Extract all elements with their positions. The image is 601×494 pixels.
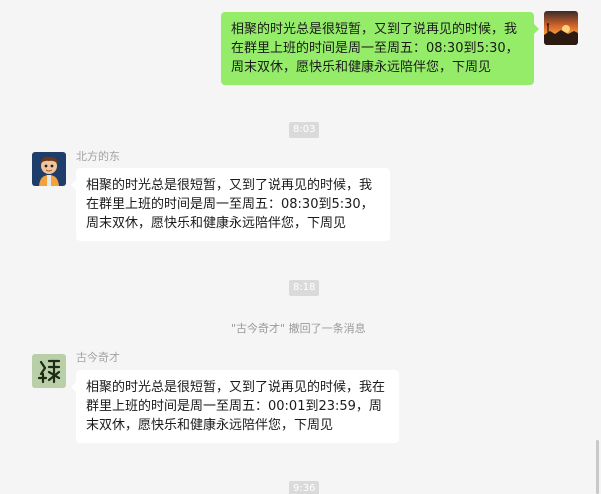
calligraphy-avatar-icon[interactable] <box>32 354 66 388</box>
timestamp-chip: 9:36 <box>289 481 320 494</box>
message-bubble-other[interactable]: 相聚的时光总是很短暂，又到了说再见的时候，我在群里上班的时间是周一至周五：08:… <box>71 168 390 241</box>
sunset-avatar-icon[interactable] <box>544 11 578 45</box>
timestamp-chip: 8:03 <box>289 122 320 138</box>
message-bubble-other[interactable]: 相聚的时光总是很短暂，又到了说再见的时候，我在群里上班的时间是周一至周五：00:… <box>71 370 399 443</box>
scrollbar-thumb[interactable] <box>596 440 599 494</box>
recall-notice: "古今奇才" 撤回了一条消息 <box>231 322 366 335</box>
timestamp-chip: 8:18 <box>289 280 320 296</box>
sender-name: 北方的东 <box>76 150 120 163</box>
cartoon-boy-avatar-icon[interactable] <box>32 152 66 186</box>
sender-name: 古今奇才 <box>76 351 120 364</box>
chat-history[interactable]: 相聚的时光总是很短暂，又到了说再见的时候，我在群里上班的时间是周一至周五：08:… <box>0 0 601 494</box>
message-bubble-self[interactable]: 相聚的时光总是很短暂，又到了说再见的时候，我在群里上班的时间是周一至周五：08:… <box>221 12 539 85</box>
